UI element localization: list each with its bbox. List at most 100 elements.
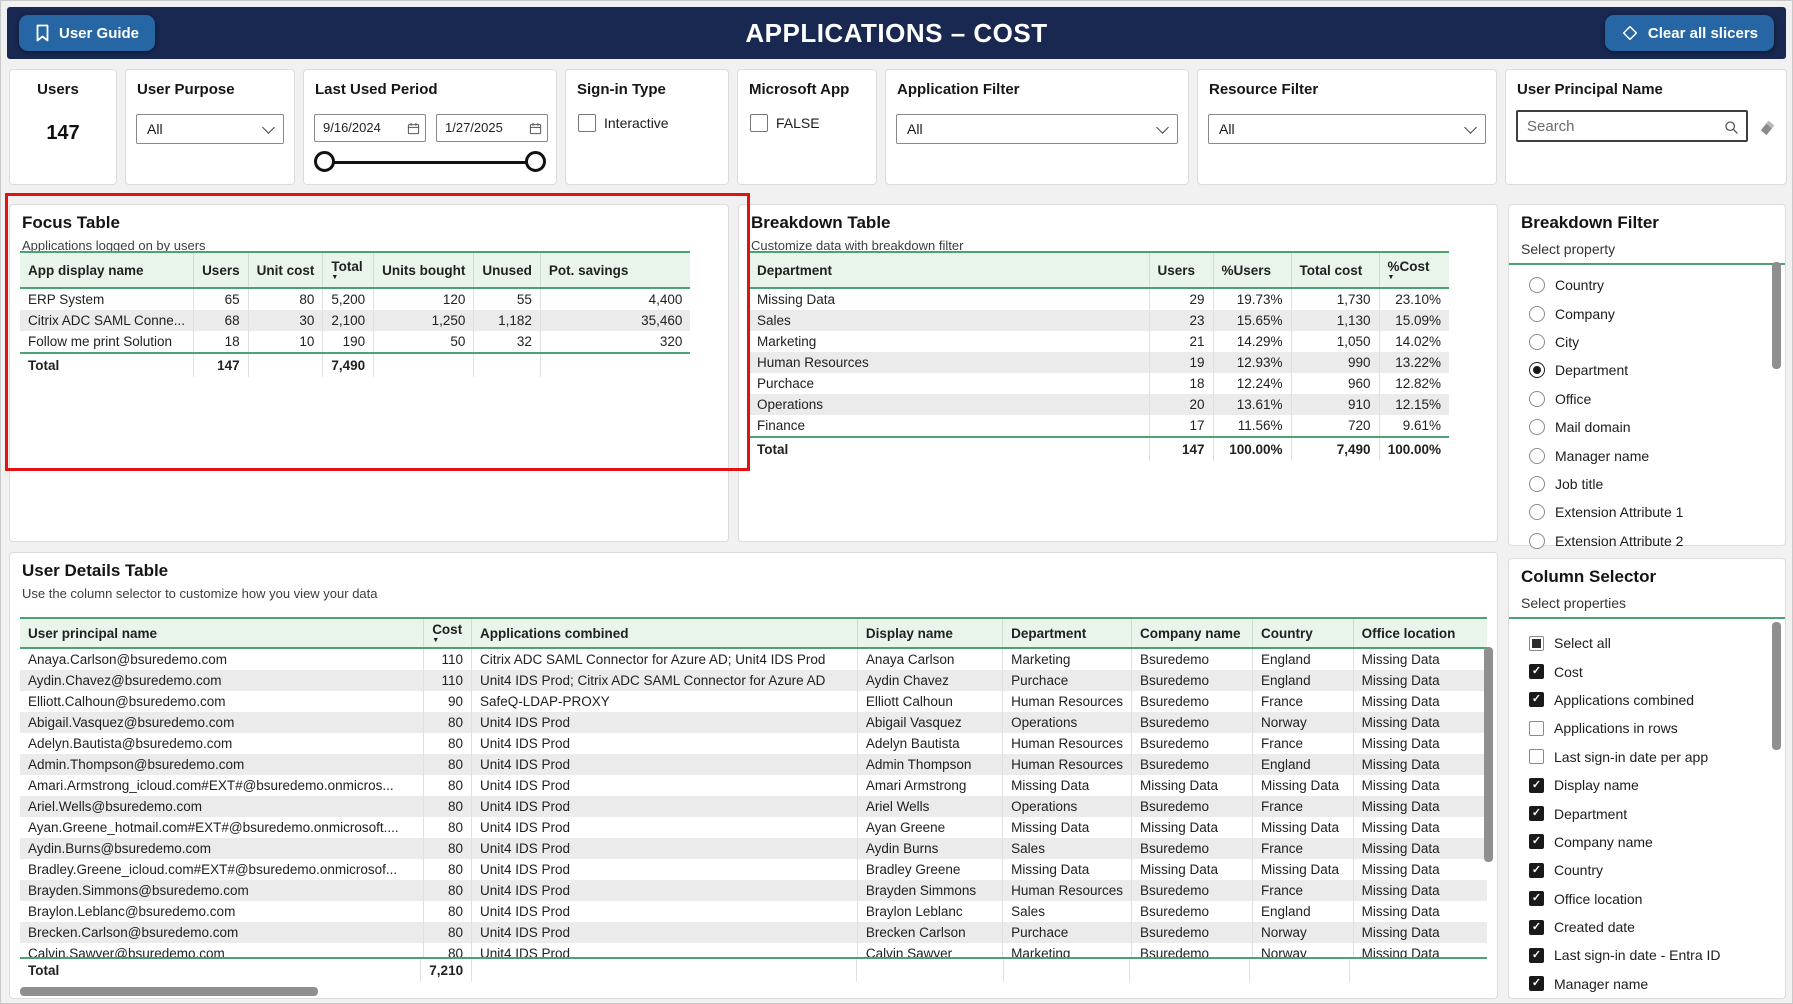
table-row[interactable]: Calvin.Sawyer@bsuredemo.com80Unit4 IDS P… [20, 943, 1487, 957]
radio-option-office[interactable]: Office [1509, 385, 1785, 413]
search-box[interactable] [1516, 110, 1748, 142]
eraser-icon[interactable] [1757, 116, 1778, 137]
checkbox-option-display-name[interactable]: ✓Display name [1509, 771, 1785, 799]
column-header-cost[interactable]: Cost▼ [424, 618, 472, 648]
table-row[interactable]: Marketing2114.29%1,05014.02% [749, 331, 1449, 352]
checkbox-option-created-date[interactable]: ✓Created date [1509, 913, 1785, 941]
slider-handle-start[interactable] [314, 151, 335, 172]
scrollbar[interactable] [1772, 262, 1781, 369]
table-row[interactable]: Braylon.Leblanc@bsuredemo.com80Unit4 IDS… [20, 901, 1487, 922]
user-purpose-dropdown[interactable]: All [136, 114, 284, 144]
scrollbar[interactable] [1772, 622, 1781, 750]
table-cell: Marketing [1003, 648, 1132, 670]
table-row[interactable]: Adelyn.Bautista@bsuredemo.com80Unit4 IDS… [20, 733, 1487, 754]
table-cell: 13.61% [1213, 394, 1291, 415]
checkbox-option-department[interactable]: ✓Department [1509, 799, 1785, 827]
checkbox-option-manager-name[interactable]: ✓Manager name [1509, 970, 1785, 998]
focus-table: App display nameUsersUnit costTotal▼Unit… [20, 251, 690, 377]
end-date-input[interactable]: 1/27/2025 [436, 114, 548, 142]
column-header-units-bought[interactable]: Units bought [374, 252, 474, 288]
radio-option-department[interactable]: Department [1509, 356, 1785, 384]
table-row[interactable]: Abigail.Vasquez@bsuredemo.com80Unit4 IDS… [20, 712, 1487, 733]
table-row[interactable]: Sales2315.65%1,13015.09% [749, 310, 1449, 331]
horizontal-scrollbar[interactable] [20, 987, 318, 996]
table-row[interactable]: Brayden.Simmons@bsuredemo.com80Unit4 IDS… [20, 880, 1487, 901]
table-cell: 90 [424, 691, 472, 712]
checkbox-option-last-sign-in-date-per-app[interactable]: Last sign-in date per app [1509, 743, 1785, 771]
column-header-users[interactable]: %Users [1213, 252, 1291, 288]
application-filter-dropdown[interactable]: All [896, 114, 1178, 144]
date-range-slider[interactable] [314, 150, 546, 176]
radio-option-manager-name[interactable]: Manager name [1509, 441, 1785, 469]
radio-option-city[interactable]: City [1509, 328, 1785, 356]
table-cell: 80 [424, 712, 472, 733]
page-title: APPLICATIONS – COST [745, 18, 1047, 49]
column-header-cost[interactable]: %Cost▼ [1379, 252, 1449, 288]
false-checkbox[interactable]: FALSE [750, 114, 820, 132]
user-guide-button[interactable]: User Guide [19, 15, 155, 51]
table-row[interactable]: Aydin.Burns@bsuredemo.com80Unit4 IDS Pro… [20, 838, 1487, 859]
column-header-users[interactable]: Users [1149, 252, 1213, 288]
table-row[interactable]: Brecken.Carlson@bsuredemo.com80Unit4 IDS… [20, 922, 1487, 943]
vertical-scrollbar[interactable] [1484, 647, 1493, 862]
column-header-office-location[interactable]: Office location [1353, 618, 1487, 648]
checkbox-option-applications-in-rows[interactable]: Applications in rows [1509, 714, 1785, 742]
table-row[interactable]: Citrix ADC SAML Conne...68302,1001,2501,… [20, 310, 690, 331]
interactive-checkbox[interactable]: Interactive [578, 114, 669, 132]
checkbox-option-select-all[interactable]: Select all [1509, 629, 1785, 657]
dropdown-value: All [907, 121, 923, 137]
divider [1509, 263, 1785, 265]
radio-option-extension-attribute-2[interactable]: Extension Attribute 2 [1509, 527, 1785, 555]
start-date-input[interactable]: 9/16/2024 [314, 114, 426, 142]
column-header-unit-cost[interactable]: Unit cost [248, 252, 323, 288]
search-input[interactable] [1518, 112, 1723, 140]
table-row[interactable]: Follow me print Solution18101905032320 [20, 331, 690, 353]
column-header-display-name[interactable]: Display name [857, 618, 1002, 648]
table-row[interactable]: Ayan.Greene_hotmail.com#EXT#@bsuredemo.o… [20, 817, 1487, 838]
clear-all-slicers-button[interactable]: Clear all slicers [1605, 15, 1774, 51]
table-row[interactable]: Bradley.Greene_icloud.com#EXT#@bsuredemo… [20, 859, 1487, 880]
resource-filter-dropdown[interactable]: All [1208, 114, 1486, 144]
column-header-company-name[interactable]: Company name [1131, 618, 1252, 648]
column-header-total[interactable]: Total▼ [323, 252, 374, 288]
column-header-department[interactable]: Department [749, 252, 1149, 288]
column-header-applications-combined[interactable]: Applications combined [471, 618, 857, 648]
column-header-country[interactable]: Country [1253, 618, 1354, 648]
table-row[interactable]: Finance1711.56%7209.61% [749, 415, 1449, 437]
table-row[interactable]: Admin.Thompson@bsuredemo.com80Unit4 IDS … [20, 754, 1487, 775]
table-row[interactable]: Operations2013.61%91012.15% [749, 394, 1449, 415]
checkbox-option-cost[interactable]: ✓Cost [1509, 657, 1785, 685]
table-row[interactable]: Amari.Armstrong_icloud.com#EXT#@bsuredem… [20, 775, 1487, 796]
slider-handle-end[interactable] [525, 151, 546, 172]
table-cell: 1,130 [1291, 310, 1379, 331]
radio-option-extension-attribute-1[interactable]: Extension Attribute 1 [1509, 498, 1785, 526]
checkbox-option-last-sign-in-date-entra-id[interactable]: ✓Last sign-in date - Entra ID [1509, 941, 1785, 969]
table-row[interactable]: Ariel.Wells@bsuredemo.com80Unit4 IDS Pro… [20, 796, 1487, 817]
column-header-pot-savings[interactable]: Pot. savings [540, 252, 690, 288]
table-row[interactable]: Human Resources1912.93%99013.22% [749, 352, 1449, 373]
column-header-unused[interactable]: Unused [474, 252, 541, 288]
radio-option-country[interactable]: Country [1509, 271, 1785, 299]
checkbox-option-company-name[interactable]: ✓Company name [1509, 828, 1785, 856]
column-header-users[interactable]: Users [194, 252, 249, 288]
column-header-department[interactable]: Department [1003, 618, 1132, 648]
table-row[interactable]: Anaya.Carlson@bsuredemo.com110Citrix ADC… [20, 648, 1487, 670]
table-cell: Unit4 IDS Prod [471, 943, 857, 957]
table-row[interactable]: ERP System65805,200120554,400 [20, 288, 690, 310]
column-header-total-cost[interactable]: Total cost [1291, 252, 1379, 288]
radio-option-mail-domain[interactable]: Mail domain [1509, 413, 1785, 441]
checkbox-option-country[interactable]: ✓Country [1509, 856, 1785, 884]
table-cell: Sales [1003, 838, 1132, 859]
radio-option-job-title[interactable]: Job title [1509, 470, 1785, 498]
table-cell: Missing Data [1253, 775, 1354, 796]
radio-option-company[interactable]: Company [1509, 299, 1785, 327]
column-header-app-display-name[interactable]: App display name [20, 252, 194, 288]
table-cell: 80 [424, 922, 472, 943]
table-row[interactable]: Purchace1812.24%96012.82% [749, 373, 1449, 394]
table-row[interactable]: Aydin.Chavez@bsuredemo.com110Unit4 IDS P… [20, 670, 1487, 691]
column-header-user-principal-name[interactable]: User principal name [20, 618, 424, 648]
table-row[interactable]: Elliott.Calhoun@bsuredemo.com90SafeQ-LDA… [20, 691, 1487, 712]
checkbox-option-applications-combined[interactable]: ✓Applications combined [1509, 686, 1785, 714]
checkbox-option-office-location[interactable]: ✓Office location [1509, 885, 1785, 913]
table-row[interactable]: Missing Data2919.73%1,73023.10% [749, 288, 1449, 310]
